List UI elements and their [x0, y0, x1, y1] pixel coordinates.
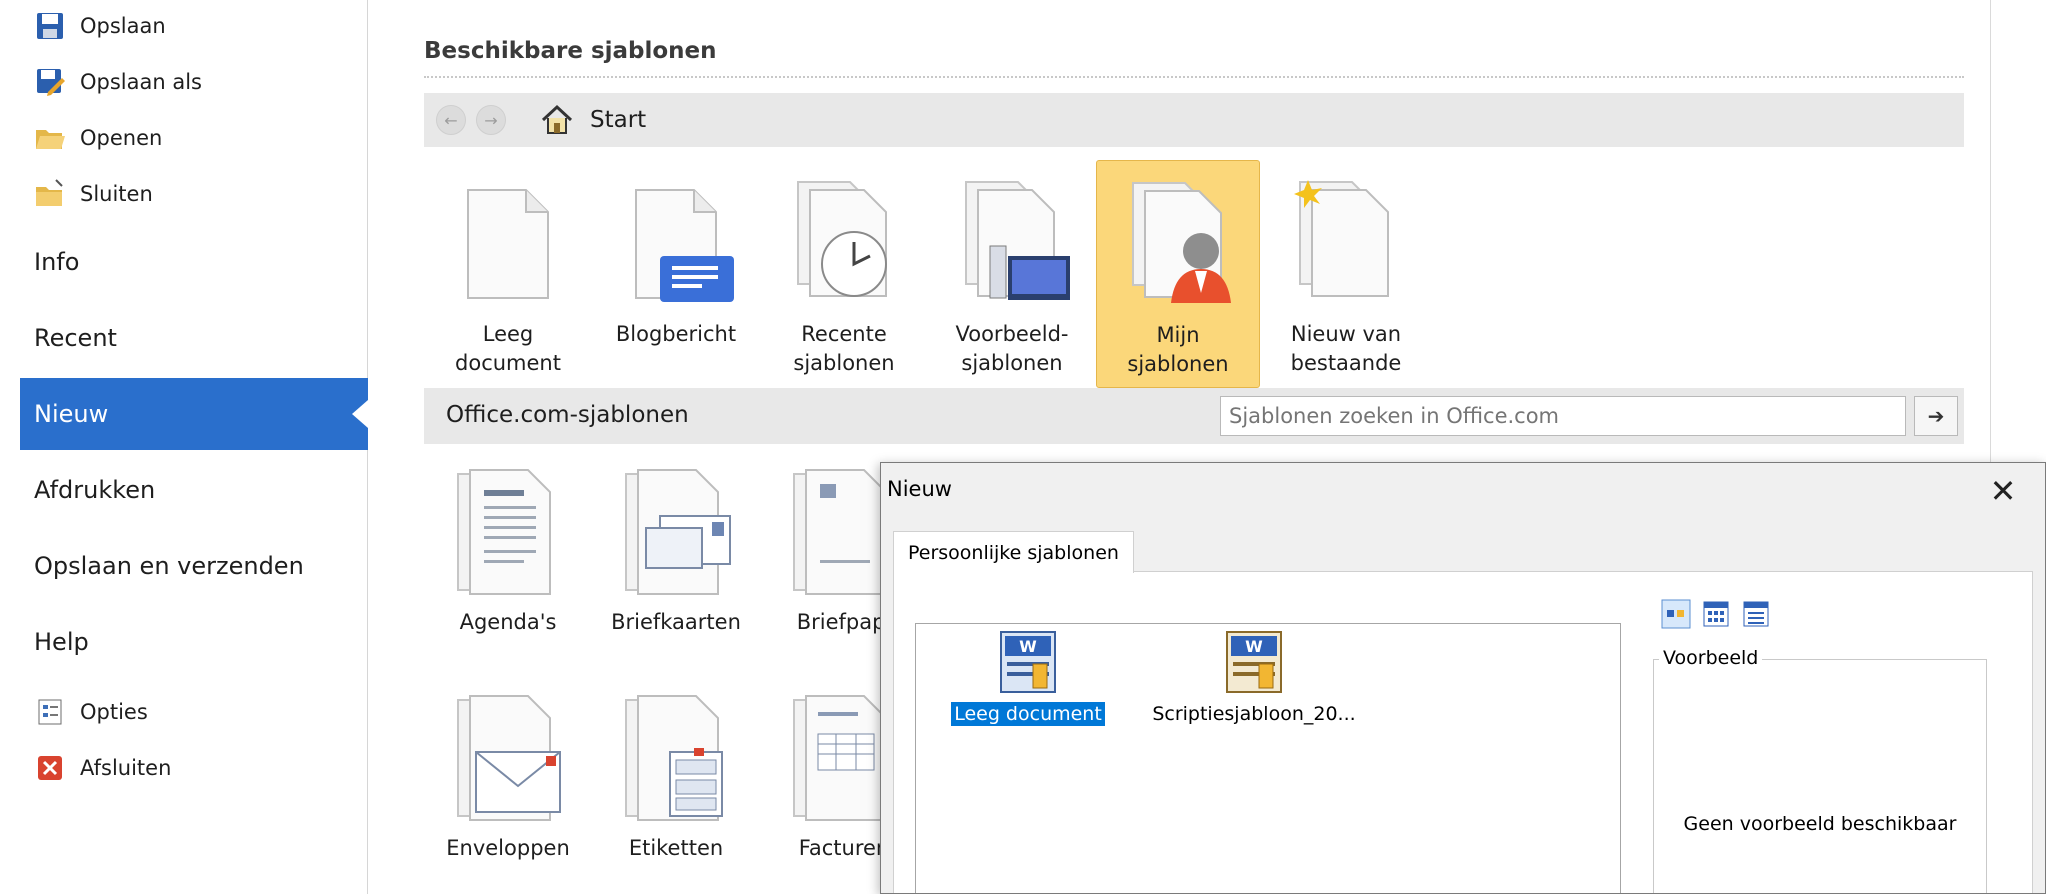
tab-print-label: Afdrukken — [34, 476, 156, 504]
dialog-close-button[interactable]: ✕ — [1981, 469, 2025, 513]
office-template-label: Briefkaarten — [611, 610, 741, 634]
envelope-icon — [457, 695, 561, 821]
tab-help-label: Help — [34, 628, 89, 656]
file-item-blank-document[interactable]: W Leeg document — [946, 630, 1110, 740]
office-templates-bar: Office.com-sjablonen ➔ — [424, 388, 1964, 444]
svg-text:W: W — [1019, 637, 1037, 656]
options-label: Opties — [80, 700, 148, 724]
word-template-icon: W — [1000, 631, 1056, 693]
tab-personal-templates[interactable]: Persoonlijke sjablonen — [893, 531, 1134, 573]
save-icon — [34, 10, 66, 42]
list-view-button[interactable] — [1701, 599, 1731, 629]
save-command[interactable]: Opslaan — [34, 6, 166, 46]
template-file-list[interactable]: W Leeg document W Scriptiesjabloon_20... — [915, 623, 1621, 893]
backstage-nav: Opslaan Opslaan als Openen Sluiten Info … — [20, 0, 368, 894]
blog-post-icon — [635, 189, 734, 302]
template-label: Leeg document — [455, 322, 561, 375]
heading-divider — [424, 76, 1964, 78]
file-name: Leeg document — [951, 702, 1105, 726]
office-templates-heading: Office.com-sjablonen — [446, 402, 689, 428]
tab-personal-templates-label: Persoonlijke sjablonen — [908, 541, 1119, 564]
tab-help[interactable]: Help — [20, 606, 368, 678]
office-template-postcards[interactable]: Briefkaarten — [594, 464, 758, 644]
open-command[interactable]: Openen — [34, 118, 162, 158]
save-as-label: Opslaan als — [80, 70, 203, 94]
preview-unavailable-text: Geen voorbeeld beschikbaar — [1683, 813, 1957, 835]
forward-button[interactable]: → — [476, 105, 506, 135]
close-command[interactable]: Sluiten — [34, 174, 153, 214]
options-icon — [34, 696, 66, 728]
sample-templates-icon — [965, 181, 1070, 300]
template-navigation-bar: ← → Start — [424, 93, 1964, 147]
file-item-thesis-template[interactable]: W Scriptiesjabloon_20... — [1142, 630, 1366, 740]
back-button[interactable]: ← — [436, 105, 466, 135]
template-blank-document[interactable]: Leeg document — [426, 160, 590, 388]
labels-icon — [625, 695, 723, 821]
office-template-labels[interactable]: Etiketten — [594, 690, 758, 870]
office-template-agendas[interactable]: Agenda's — [426, 464, 590, 644]
close-folder-icon — [34, 178, 66, 210]
exit-label: Afsluiten — [80, 756, 172, 780]
save-label: Opslaan — [80, 14, 166, 38]
tab-info-label: Info — [34, 248, 80, 276]
tab-new-label: Nieuw — [34, 400, 109, 428]
open-label: Openen — [80, 126, 163, 150]
tab-print[interactable]: Afdrukken — [20, 454, 368, 526]
preview-group — [1653, 659, 1987, 893]
template-label: Blogbericht — [615, 322, 737, 346]
template-recent[interactable]: Recente sjablonen — [762, 160, 926, 388]
open-folder-icon — [34, 122, 66, 154]
recent-templates-icon — [797, 181, 887, 297]
large-icons-view-button[interactable] — [1661, 599, 1691, 629]
dialog-title: Nieuw — [887, 477, 952, 501]
tab-new[interactable]: Nieuw — [20, 378, 368, 450]
file-name: Scriptiesjabloon_20... — [1152, 703, 1356, 725]
template-samples[interactable]: Voorbeeld- sjablonen — [930, 160, 1094, 388]
home-breadcrumb[interactable]: Start — [590, 107, 646, 133]
new-from-existing-icon — [1294, 180, 1389, 297]
template-label: Nieuw van bestaande — [1290, 322, 1402, 375]
template-search-input[interactable] — [1220, 396, 1906, 436]
options-command[interactable]: Opties — [34, 692, 148, 732]
template-label: Recente sjablonen — [793, 322, 895, 375]
my-templates-icon — [1132, 182, 1231, 303]
template-my-templates[interactable]: Mijn sjablonen — [1096, 160, 1260, 388]
save-as-icon — [34, 66, 66, 98]
tab-recent-label: Recent — [34, 324, 117, 352]
office-template-label: Enveloppen — [446, 836, 570, 860]
blank-document-icon — [467, 189, 549, 299]
details-view-icon — [1743, 601, 1769, 627]
office-template-envelopes[interactable]: Enveloppen — [426, 690, 590, 870]
tab-recent[interactable]: Recent — [20, 302, 368, 374]
svg-text:W: W — [1245, 637, 1263, 656]
close-label: Sluiten — [80, 182, 153, 206]
template-blog-post[interactable]: Blogbericht — [594, 160, 758, 388]
agenda-icon — [457, 469, 551, 595]
exit-command[interactable]: Afsluiten — [34, 748, 171, 788]
office-template-label: Etiketten — [628, 836, 724, 860]
tab-save-send-label: Opslaan en verzenden — [34, 552, 304, 580]
tab-save-send[interactable]: Opslaan en verzenden — [20, 530, 368, 602]
details-view-button[interactable] — [1741, 599, 1771, 629]
template-label: Mijn sjablonen — [1127, 323, 1229, 376]
active-tab-notch — [352, 400, 368, 428]
word-template-icon: W — [1226, 631, 1282, 693]
office-template-label: Agenda's — [459, 610, 557, 634]
list-view-icon — [1703, 601, 1729, 627]
tab-info[interactable]: Info — [20, 226, 368, 298]
home-icon[interactable] — [540, 103, 574, 137]
template-new-from-existing[interactable]: Nieuw van bestaande — [1264, 160, 1428, 388]
template-label: Voorbeeld- sjablonen — [955, 322, 1069, 375]
save-as-command[interactable]: Opslaan als — [34, 62, 202, 102]
search-go-button[interactable]: ➔ — [1914, 396, 1958, 436]
large-icons-icon — [1661, 599, 1691, 629]
preview-label: Voorbeeld — [1659, 647, 1763, 669]
postcard-icon — [625, 469, 731, 595]
exit-icon — [34, 752, 66, 784]
available-templates-heading: Beschikbare sjablonen — [424, 38, 717, 64]
new-template-dialog: Nieuw ✕ Persoonlijke sjablonen W Leeg do… — [880, 462, 2046, 894]
